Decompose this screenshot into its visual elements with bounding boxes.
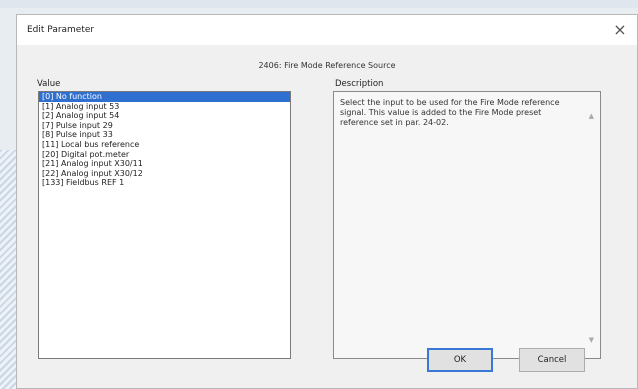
list-item[interactable]: [21] Analog input X30/11 bbox=[39, 159, 290, 169]
list-item[interactable]: [7] Pulse input 29 bbox=[39, 121, 290, 131]
list-item[interactable]: [1] Analog input 53 bbox=[39, 102, 290, 112]
value-label: Value bbox=[37, 79, 61, 89]
description-text: Select the input to be used for the Fire… bbox=[340, 98, 560, 127]
scroll-down-icon[interactable]: ▼ bbox=[589, 336, 594, 344]
value-listbox[interactable]: [0] No function [1] Analog input 53 [2] An… bbox=[38, 91, 291, 359]
list-item[interactable]: [22] Analog input X30/12 bbox=[39, 169, 290, 179]
description-box: Select the input to be used for the Fire… bbox=[333, 91, 601, 359]
list-item[interactable]: [133] Fieldbus REF 1 bbox=[39, 178, 290, 188]
list-item[interactable]: [11] Local bus reference bbox=[39, 140, 290, 150]
list-item[interactable]: [20] Digital pot.meter bbox=[39, 150, 290, 160]
edit-parameter-dialog: Edit Parameter × 2406: Fire Mode Referen… bbox=[16, 14, 638, 389]
close-icon[interactable]: × bbox=[609, 19, 631, 41]
list-item[interactable]: [0] No function bbox=[39, 92, 290, 102]
parameter-name: 2406: Fire Mode Reference Source bbox=[258, 61, 396, 70]
title-bar: Edit Parameter × bbox=[17, 15, 637, 45]
cancel-button[interactable]: Cancel bbox=[519, 348, 585, 372]
list-item[interactable]: [2] Analog input 54 bbox=[39, 111, 290, 121]
dialog-title: Edit Parameter bbox=[27, 25, 95, 35]
scroll-up-icon[interactable]: ▲ bbox=[589, 112, 594, 120]
description-label: Description bbox=[335, 79, 384, 89]
background-strip bbox=[0, 0, 638, 8]
ok-button[interactable]: OK bbox=[427, 348, 493, 372]
list-item[interactable]: [8] Pulse input 33 bbox=[39, 130, 290, 140]
